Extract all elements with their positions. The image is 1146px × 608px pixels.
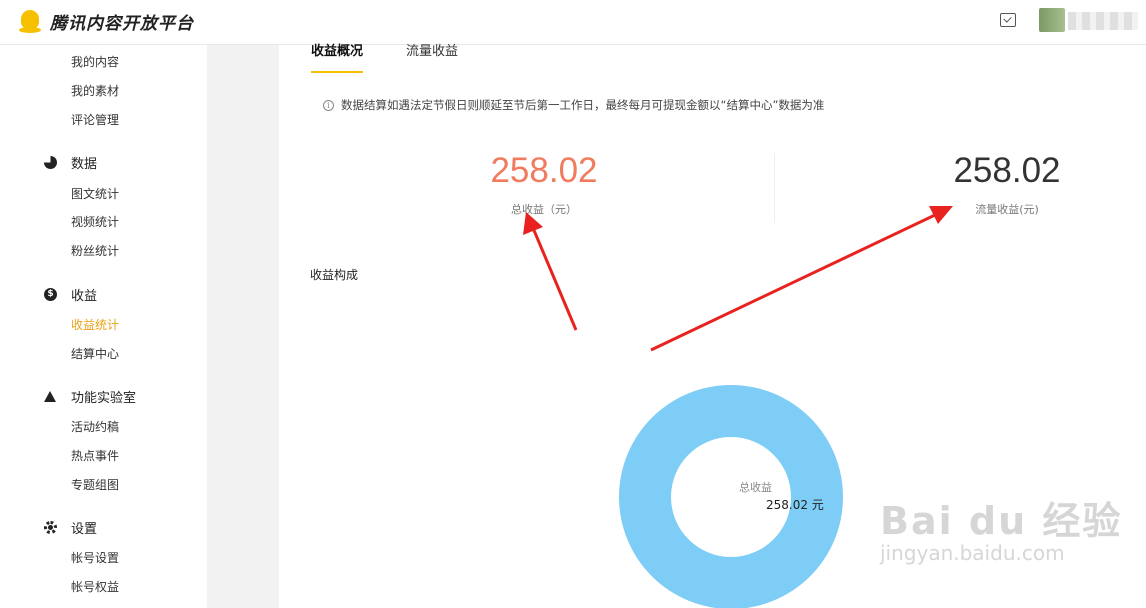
sidebar-item-settlement[interactable]: 结算中心 bbox=[71, 345, 119, 362]
app-title: 腾讯内容开放平台 bbox=[50, 14, 194, 34]
traffic-income-value: 258.02 bbox=[953, 151, 1061, 190]
sidebar-item-article-stats[interactable]: 图文统计 bbox=[71, 185, 119, 202]
top-bar: 腾讯内容开放平台 bbox=[0, 0, 1146, 45]
income-composition-title: 收益构成 bbox=[310, 268, 359, 282]
sidebar-item-my-materials[interactable]: 我的素材 bbox=[71, 82, 119, 99]
sidebar-item-activity[interactable]: 活动约稿 bbox=[71, 418, 119, 435]
sidebar-item-fan-stats[interactable]: 粉丝统计 bbox=[71, 242, 119, 259]
settlement-notice: i 数据结算如遇法定节假日则顺延至节后第一工作日，最终每月可提现金额以“结算中心… bbox=[323, 97, 824, 113]
sidebar-item-video-stats[interactable]: 视频统计 bbox=[71, 213, 119, 230]
flask-icon bbox=[44, 391, 56, 402]
coin-icon: $ bbox=[44, 288, 57, 301]
info-icon: i bbox=[323, 99, 334, 111]
pie-chart-icon bbox=[44, 156, 57, 169]
tab-traffic-income[interactable]: 流量收益 bbox=[406, 45, 458, 73]
gear-icon bbox=[44, 521, 57, 534]
sidebar-group-settings[interactable]: 设置 bbox=[44, 518, 97, 537]
sidebar-item-hot-events[interactable]: 热点事件 bbox=[71, 447, 119, 464]
stat-divider bbox=[774, 153, 775, 223]
traffic-income-label: 流量收益(元) bbox=[975, 203, 1039, 216]
sidebar-group-label: 设置 bbox=[71, 522, 98, 537]
sidebar-group-lab[interactable]: 功能实验室 bbox=[44, 387, 136, 406]
stat-total-income: 258.02 总收益（元） bbox=[469, 151, 619, 217]
tab-income-overview[interactable]: 收益概况 bbox=[311, 45, 364, 73]
donut-center-label: 总收益 bbox=[739, 481, 772, 494]
penguin-logo-icon bbox=[19, 9, 41, 34]
sidebar-group-label: 收益 bbox=[71, 289, 98, 304]
sidebar-item-my-content[interactable]: 我的内容 bbox=[71, 53, 119, 70]
sidebar-item-account-settings[interactable]: 帐号设置 bbox=[71, 549, 119, 566]
sidebar-item-income-stats[interactable]: 收益统计 bbox=[71, 316, 119, 333]
sidebar-group-data[interactable]: 数据 bbox=[44, 153, 97, 172]
donut-center-value: 258.02 元 bbox=[766, 498, 824, 512]
username-blurred[interactable] bbox=[1068, 12, 1138, 30]
sidebar-item-comments[interactable]: 评论管理 bbox=[71, 111, 119, 128]
total-income-label: 总收益（元） bbox=[511, 203, 577, 216]
baidu-jingyan-watermark: Bai du 经验 jingyan.baidu.com bbox=[880, 490, 1122, 565]
notice-text: 数据结算如遇法定节假日则顺延至节后第一工作日，最终每月可提现金额以“结算中心”数… bbox=[341, 98, 825, 112]
message-icon[interactable] bbox=[1000, 13, 1016, 27]
sidebar-group-income[interactable]: $ 收益 bbox=[44, 285, 97, 304]
stat-traffic-income: 258.02 流量收益(元) bbox=[932, 151, 1082, 217]
sidebar-group-label: 功能实验室 bbox=[71, 391, 137, 406]
watermark-brand: Bai du 经验 bbox=[880, 499, 1123, 543]
sidebar-item-photo-sets[interactable]: 专题组图 bbox=[71, 476, 119, 493]
total-income-value: 258.02 bbox=[490, 151, 598, 190]
logo[interactable]: 腾讯内容开放平台 bbox=[19, 9, 194, 34]
sidebar: 我的内容 我的素材 评论管理 数据 图文统计 视频统计 粉丝统计 $ 收益 收益… bbox=[0, 45, 207, 608]
avatar[interactable] bbox=[1039, 8, 1065, 32]
sidebar-group-label: 数据 bbox=[71, 157, 98, 172]
sidebar-item-account-rights[interactable]: 帐号权益 bbox=[71, 578, 119, 595]
